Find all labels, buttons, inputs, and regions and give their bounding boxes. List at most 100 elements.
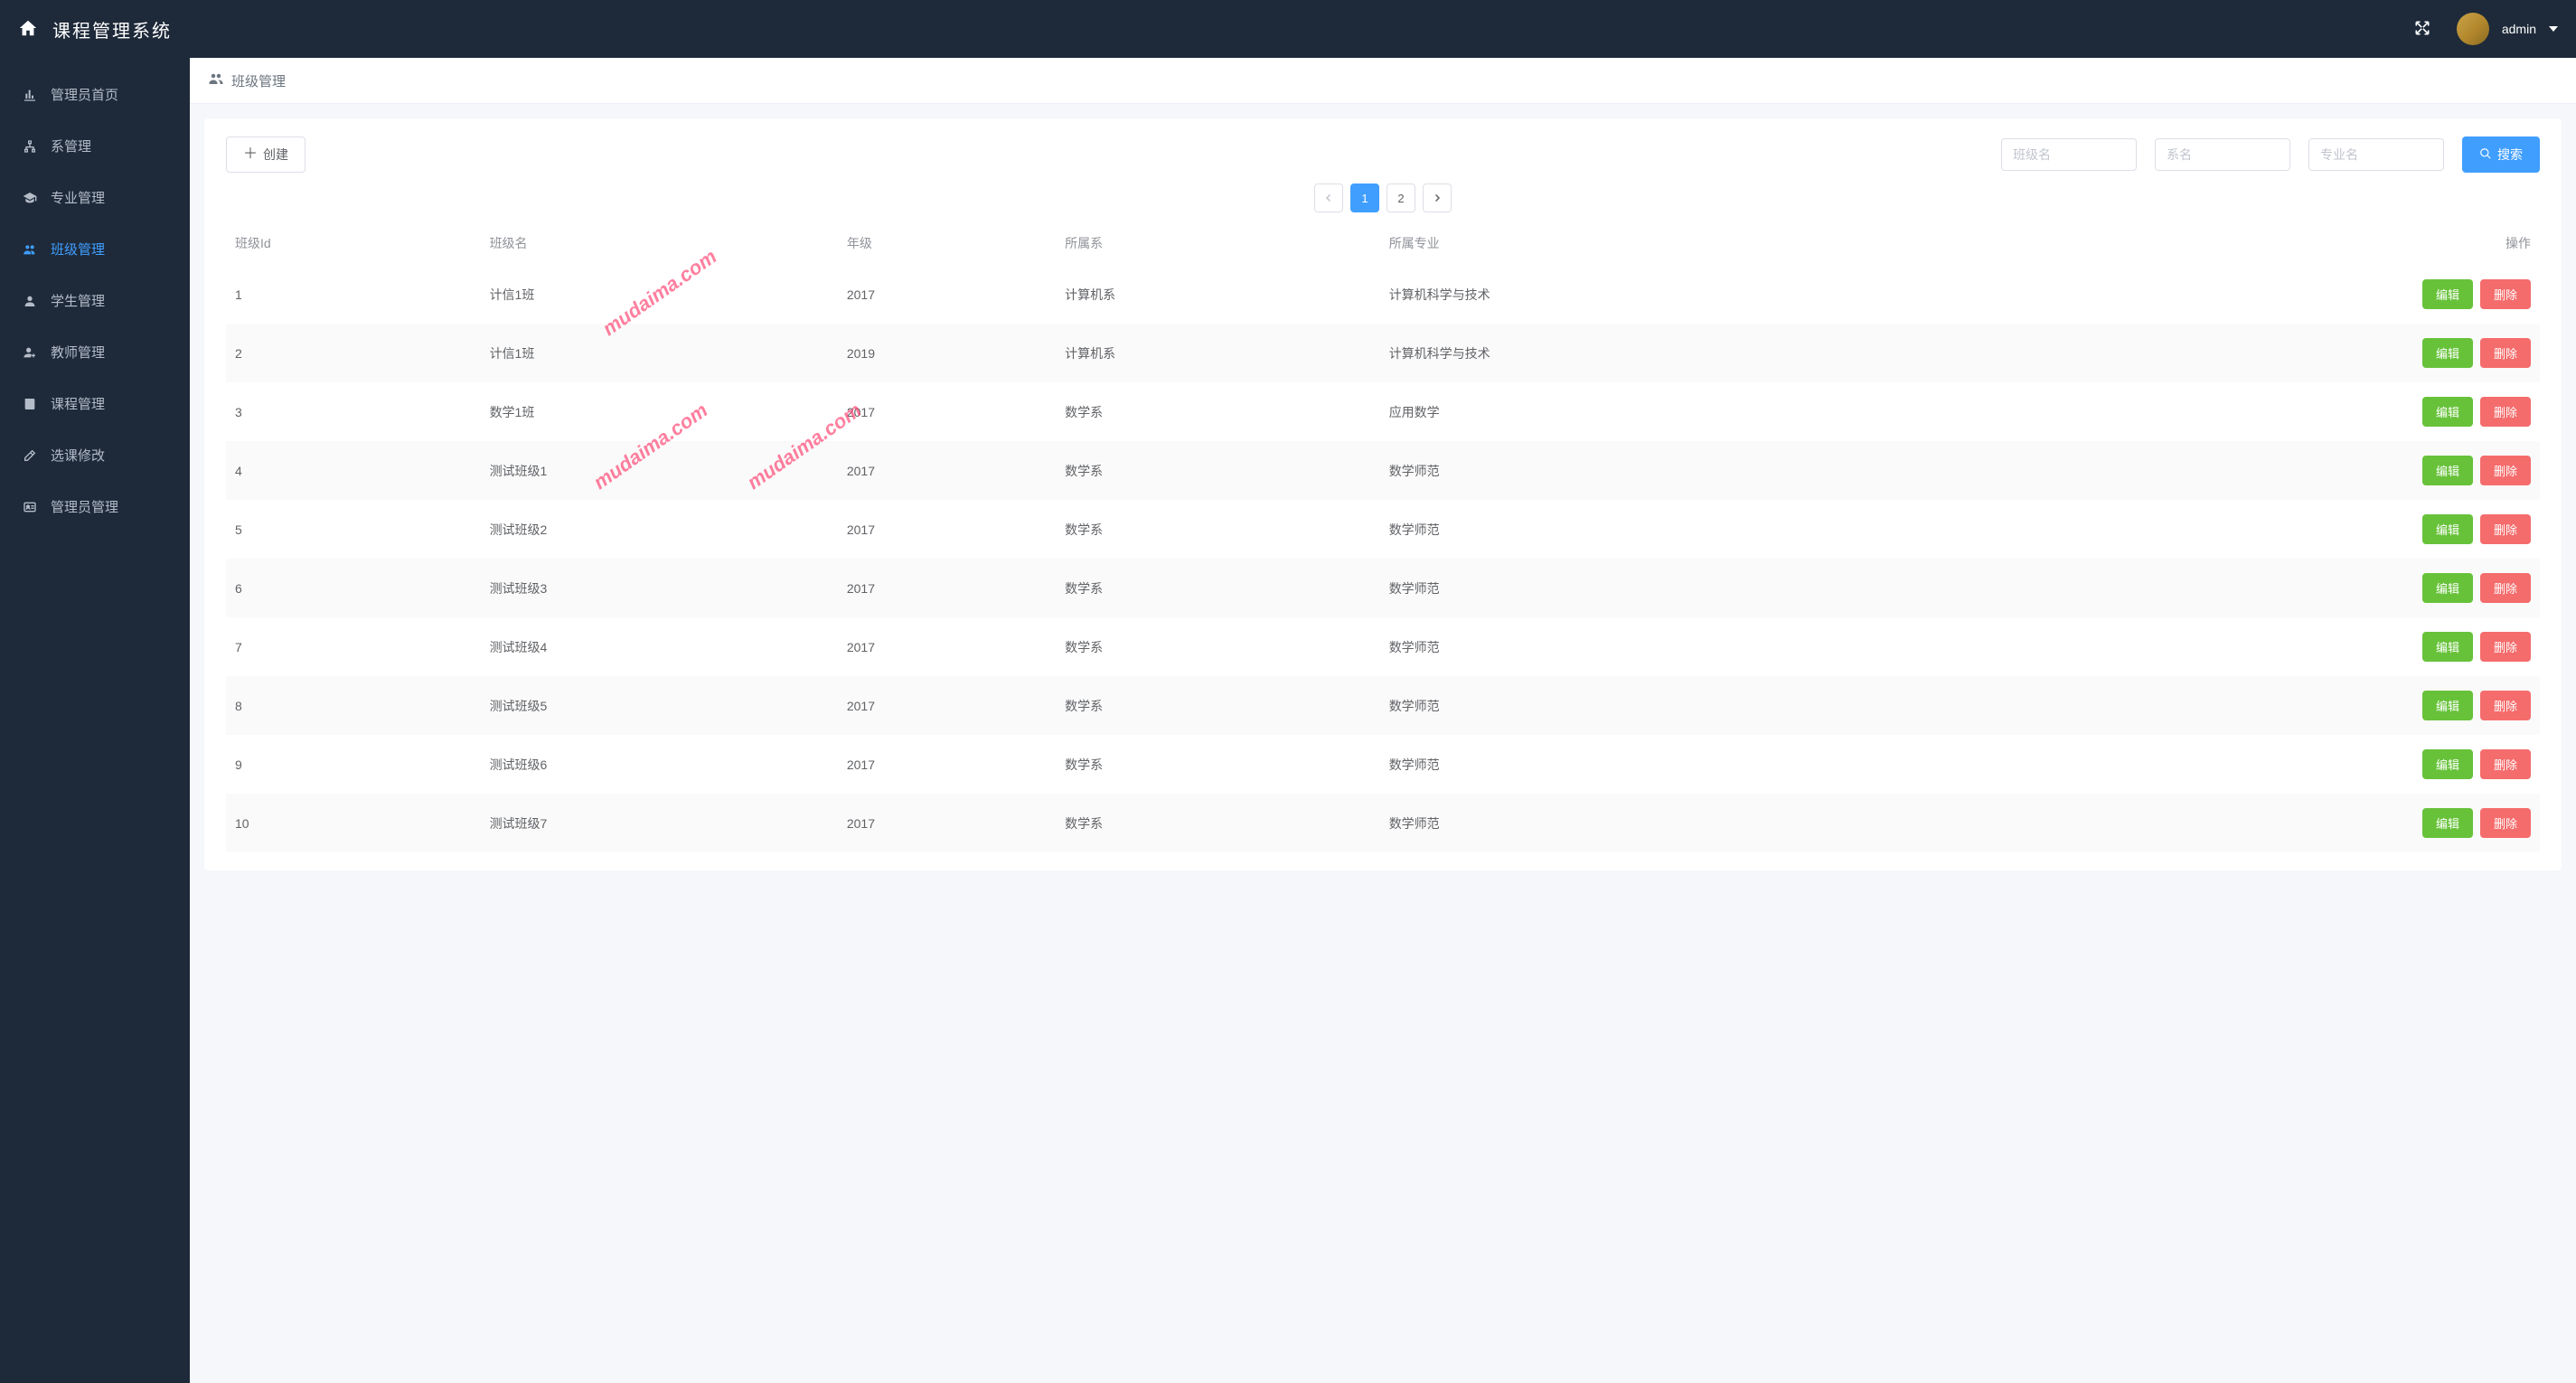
cell-actions: 编辑删除 [1942,324,2540,382]
sidebar-item-label: 专业管理 [51,188,105,207]
search-icon [2479,147,2492,163]
sidebar-item-label: 系管理 [51,136,91,155]
cell-dept: 计算机系 [1056,265,1380,324]
edit-button[interactable]: 编辑 [2422,338,2473,368]
cell-id: 2 [226,324,481,382]
column-header: 操作 [1942,221,2540,265]
header: 课程管理系统 admin [0,0,2576,58]
search-button[interactable]: 搜索 [2462,136,2540,173]
delete-button[interactable]: 删除 [2480,691,2531,720]
cell-year: 2017 [838,559,1056,617]
main-content: 班级管理 ＋ 创建 搜索 12 [190,58,2576,1383]
sidebar-item-5[interactable]: 教师管理 [0,326,190,378]
cell-year: 2017 [838,441,1056,500]
cell-actions: 编辑删除 [1942,676,2540,735]
cell-dept: 数学系 [1056,794,1380,852]
cell-name: 数学1班 [481,382,838,441]
create-button[interactable]: ＋ 创建 [226,136,306,173]
edit-button[interactable]: 编辑 [2422,279,2473,309]
filter-major-input[interactable] [2308,138,2444,171]
cell-major: 数学师范 [1380,676,1943,735]
cell-id: 8 [226,676,481,735]
edit-button[interactable]: 编辑 [2422,691,2473,720]
edit-button[interactable]: 编辑 [2422,573,2473,603]
delete-button[interactable]: 删除 [2480,338,2531,368]
page-next[interactable] [1423,183,1452,212]
delete-button[interactable]: 删除 [2480,749,2531,779]
fullscreen-icon[interactable] [2413,19,2431,40]
cell-year: 2017 [838,265,1056,324]
cell-year: 2019 [838,324,1056,382]
cell-year: 2017 [838,794,1056,852]
cell-id: 7 [226,617,481,676]
cell-major: 数学师范 [1380,559,1943,617]
cell-name: 计信1班 [481,265,838,324]
edit-button[interactable]: 编辑 [2422,397,2473,427]
column-header: 班级Id [226,221,481,265]
cell-major: 数学师范 [1380,617,1943,676]
filter-dept-input[interactable] [2155,138,2290,171]
cell-dept: 数学系 [1056,500,1380,559]
delete-button[interactable]: 删除 [2480,632,2531,662]
users-icon [208,71,224,90]
table-row: 5测试班级22017数学系数学师范编辑删除 [226,500,2540,559]
table-row: 10测试班级72017数学系数学师范编辑删除 [226,794,2540,852]
cell-actions: 编辑删除 [1942,617,2540,676]
cell-year: 2017 [838,676,1056,735]
page-1[interactable]: 1 [1350,183,1379,212]
cell-id: 5 [226,500,481,559]
cell-dept: 数学系 [1056,617,1380,676]
page-2[interactable]: 2 [1387,183,1415,212]
sidebar-item-1[interactable]: 系管理 [0,120,190,172]
cell-major: 数学师范 [1380,441,1943,500]
cell-actions: 编辑删除 [1942,265,2540,324]
book-icon [22,397,38,411]
cell-id: 6 [226,559,481,617]
chevron-down-icon [2549,26,2558,32]
table-row: 6测试班级32017数学系数学师范编辑删除 [226,559,2540,617]
delete-button[interactable]: 删除 [2480,573,2531,603]
toolbar: ＋ 创建 搜索 [226,136,2540,173]
sidebar-item-2[interactable]: 专业管理 [0,172,190,223]
delete-button[interactable]: 删除 [2480,397,2531,427]
delete-button[interactable]: 删除 [2480,514,2531,544]
table-row: 2计信1班2019计算机系计算机科学与技术编辑删除 [226,324,2540,382]
column-header: 年级 [838,221,1056,265]
edit-button[interactable]: 编辑 [2422,632,2473,662]
cell-major: 计算机科学与技术 [1380,324,1943,382]
column-header: 班级名 [481,221,838,265]
sidebar-item-7[interactable]: 选课修改 [0,429,190,481]
edit-button[interactable]: 编辑 [2422,514,2473,544]
cell-dept: 计算机系 [1056,324,1380,382]
cell-dept: 数学系 [1056,735,1380,794]
users-icon [22,242,38,257]
filter-class-input[interactable] [2001,138,2137,171]
cell-name: 计信1班 [481,324,838,382]
table-row: 9测试班级62017数学系数学师范编辑删除 [226,735,2540,794]
cell-major: 数学师范 [1380,794,1943,852]
cell-id: 1 [226,265,481,324]
app-title: 课程管理系统 [52,16,172,42]
class-table: 班级Id班级名年级所属系所属专业操作 1计信1班2017计算机系计算机科学与技术… [226,221,2540,852]
user-icon [22,294,38,308]
sidebar-item-6[interactable]: 课程管理 [0,378,190,429]
header-left: 课程管理系统 [18,16,172,42]
sidebar-item-0[interactable]: 管理员首页 [0,69,190,120]
sidebar-item-label: 管理员管理 [51,497,118,516]
sidebar-item-3[interactable]: 班级管理 [0,223,190,275]
cell-actions: 编辑删除 [1942,559,2540,617]
delete-button[interactable]: 删除 [2480,808,2531,838]
edit-button[interactable]: 编辑 [2422,808,2473,838]
column-header: 所属专业 [1380,221,1943,265]
edit-button[interactable]: 编辑 [2422,749,2473,779]
delete-button[interactable]: 删除 [2480,279,2531,309]
edit-button[interactable]: 编辑 [2422,456,2473,485]
home-icon[interactable] [18,18,38,41]
user-menu[interactable]: admin [2457,13,2558,45]
search-button-label: 搜索 [2497,146,2523,164]
sidebar-item-label: 选课修改 [51,446,105,465]
cell-year: 2017 [838,500,1056,559]
delete-button[interactable]: 删除 [2480,456,2531,485]
sidebar-item-4[interactable]: 学生管理 [0,275,190,326]
sidebar-item-8[interactable]: 管理员管理 [0,481,190,532]
